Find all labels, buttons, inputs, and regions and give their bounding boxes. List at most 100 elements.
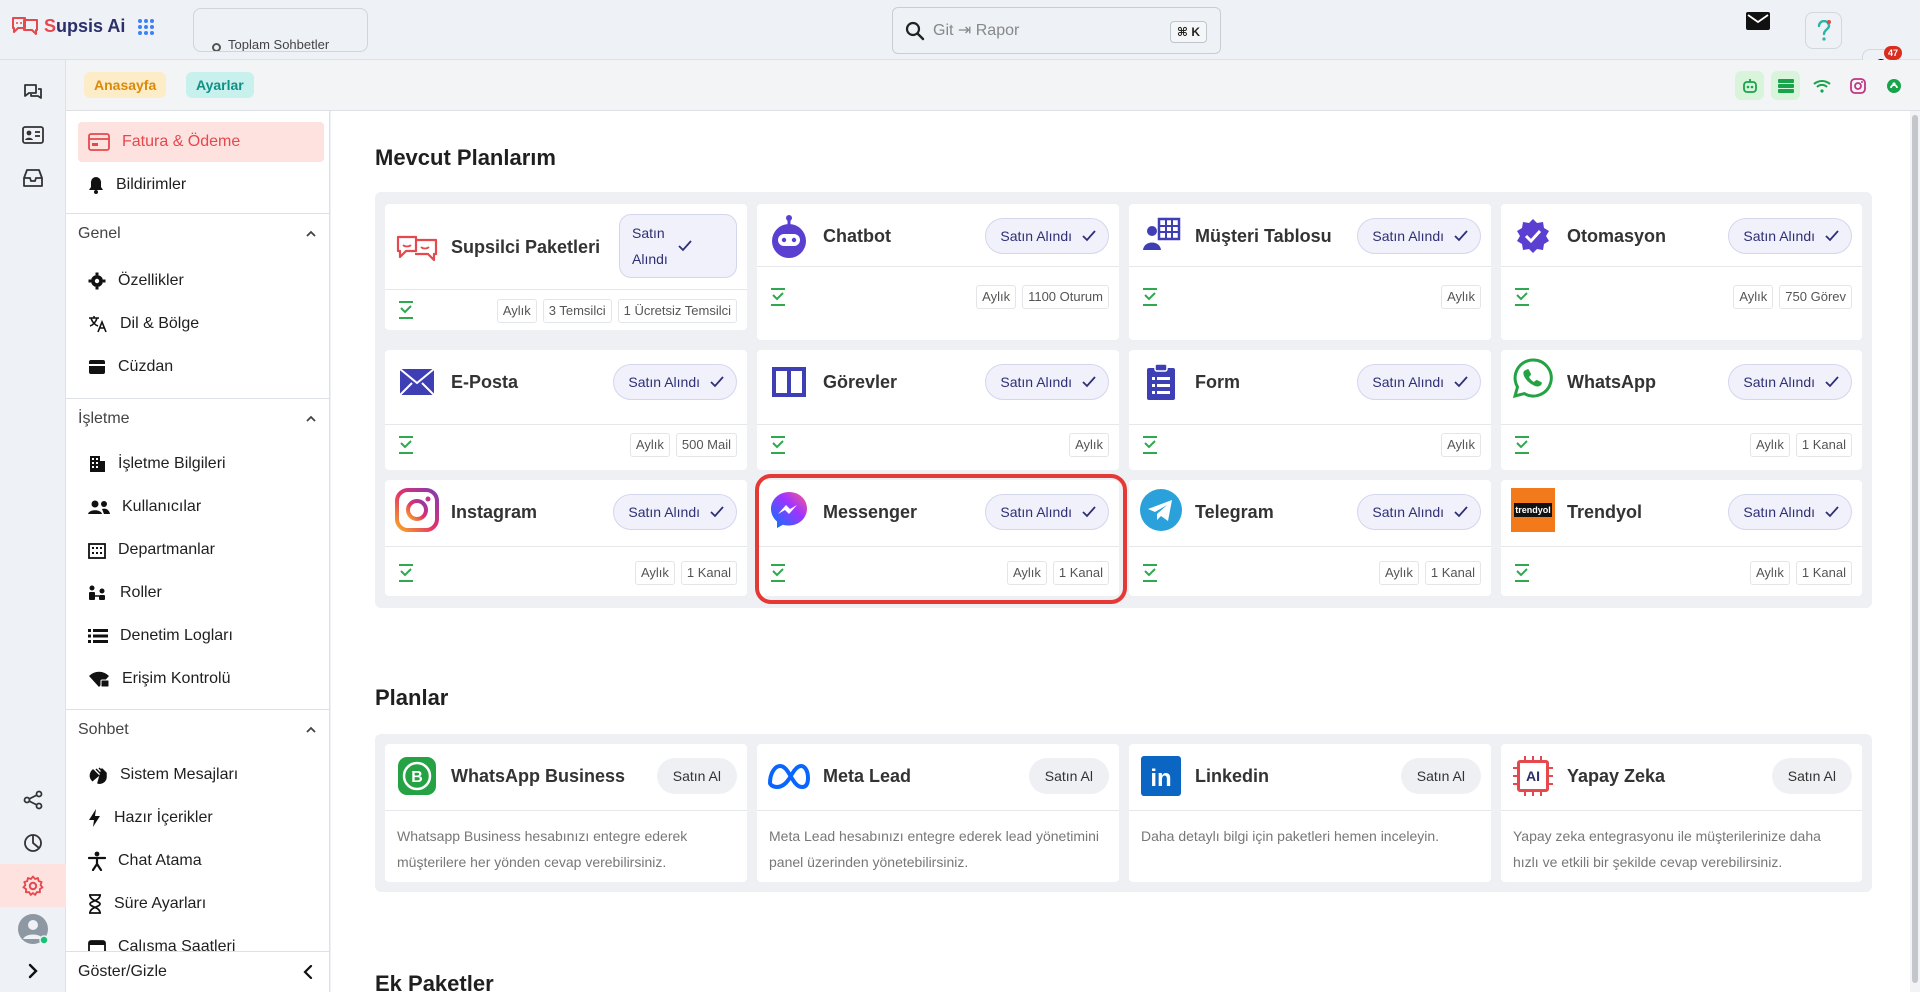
sidebar-item-users[interactable]: Kullanıcılar <box>78 487 324 527</box>
svg-text:B: B <box>411 769 423 786</box>
messenger-highlight <box>755 474 1127 604</box>
plan-description: Meta Lead hesabınızı entegre ederek lead… <box>769 828 1099 870</box>
search-input[interactable] <box>933 21 1153 40</box>
bought-status-button[interactable]: Satın Alındı <box>1357 218 1481 254</box>
buy-button[interactable]: Satın Al <box>1771 758 1852 794</box>
sidebar-item-working-hours[interactable]: Çalışma Saatleri <box>78 927 324 951</box>
plan-active-check-icon <box>1513 288 1531 306</box>
rail-profile[interactable] <box>0 907 66 950</box>
support-status-icon[interactable] <box>1879 71 1908 100</box>
bought-status-button[interactable]: Satın Alındı <box>1728 218 1852 254</box>
sidebar-item-features[interactable]: Özellikler <box>78 261 324 301</box>
plan-card-automation: Otomasyon Satın Alındı Aylık 750 Görev <box>1501 204 1862 340</box>
sidebar-item-label: Hazır İçerikler <box>114 809 213 826</box>
card-divider <box>1129 424 1491 425</box>
check-icon <box>1454 376 1468 388</box>
plan-active-check-icon <box>1141 288 1159 306</box>
rail-inbox[interactable] <box>0 156 66 199</box>
wifi-status-icon[interactable] <box>1807 71 1836 100</box>
sidebar-item-label: Çalışma Saatleri <box>118 938 236 951</box>
bought-status-button[interactable]: Satın Alındı <box>619 214 737 278</box>
sidebar-item-canned-responses[interactable]: Hazır İçerikler <box>78 798 324 838</box>
bought-label: Satın Alındı <box>628 504 700 520</box>
help-button[interactable] <box>1805 12 1842 49</box>
bought-label: Satın Alındı <box>1743 228 1815 244</box>
section-general-header[interactable]: Genel <box>66 213 329 253</box>
wallet-icon <box>88 359 106 375</box>
main-scrollbar[interactable] <box>1910 111 1920 992</box>
plan-name: Instagram <box>451 502 538 522</box>
sidebar-item-chat-assignment[interactable]: Chat Atama <box>78 841 324 881</box>
sidebar-item-label: Kullanıcılar <box>122 498 202 515</box>
bought-label: Satın Alındı <box>1372 228 1444 244</box>
plan-tag: Aylık <box>1733 285 1774 309</box>
lightning-icon <box>88 808 102 828</box>
plan-tags: Aylık 1 Kanal <box>1749 433 1852 457</box>
rail-chats[interactable] <box>0 70 66 113</box>
card-divider <box>757 810 1119 811</box>
sidebar-item-label: Özellikler <box>118 272 184 289</box>
telegram-icon <box>1139 488 1183 532</box>
sidebar-item-billing[interactable]: Fatura & Ödeme <box>78 122 324 162</box>
sidebar-item-language[interactable]: Dil & Bölge <box>78 304 324 344</box>
sidebar-item-audit-logs[interactable]: Denetim Logları <box>78 616 324 656</box>
plan-offer-linkedin: in Linkedin Satın Al Daha detaylı bilgi … <box>1129 744 1491 882</box>
bought-status-button[interactable]: Satın Alındı <box>1357 494 1481 530</box>
breadcrumb-current[interactable]: Ayarlar <box>186 72 254 98</box>
plan-tag: Aylık <box>1441 433 1481 457</box>
plan-tag: 1 Kanal <box>1424 561 1481 585</box>
sidebar-item-business-info[interactable]: İşletme Bilgileri <box>78 444 324 484</box>
app-name: Supsis Ai <box>44 15 126 36</box>
mail-button[interactable] <box>1746 12 1770 30</box>
breadcrumb-home[interactable]: Anasayfa <box>84 72 167 98</box>
bought-status-button[interactable]: Satın Alındı <box>985 218 1109 254</box>
bought-status-button[interactable]: Satın Alındı <box>613 364 737 400</box>
rail-settings[interactable] <box>0 864 66 907</box>
gear-icon <box>22 875 44 897</box>
plan-tag: Aylık <box>1441 285 1481 309</box>
plan-tag: 1 Kanal <box>1795 433 1852 457</box>
buy-button[interactable]: Satın Al <box>656 758 737 794</box>
plan-name: WhatsApp Business <box>451 766 626 786</box>
plan-tags: Aylık 1100 Oturum <box>976 285 1109 309</box>
contact-card-icon <box>22 125 44 144</box>
plan-offer-whatsapp-business: B WhatsApp Business Satın Al Whatsapp Bu… <box>385 744 747 882</box>
whatsapp-icon <box>1511 356 1555 400</box>
sidebar-toggle-button[interactable]: Göster/Gizle <box>66 951 330 992</box>
server-status-icon[interactable] <box>1771 71 1800 100</box>
sidebar-item-roles[interactable]: Roller <box>78 573 324 613</box>
sidebar-item-notifications[interactable]: Bildirimler <box>78 165 324 205</box>
sidebar-item-label: Süre Ayarları <box>114 895 207 912</box>
global-search[interactable]: ⌘ K <box>892 7 1221 54</box>
sidebar-item-time-settings[interactable]: Süre Ayarları <box>78 884 324 924</box>
buy-button[interactable]: Satın Al <box>1400 758 1481 794</box>
total-chats-widget[interactable]: Toplam Sohbetler <box>193 8 368 52</box>
customer-table-icon <box>1139 214 1183 258</box>
instagram-status-icon[interactable] <box>1843 71 1872 100</box>
sidebar-item-system-messages[interactable]: Sistem Mesajları <box>78 755 324 795</box>
check-icon <box>678 240 692 252</box>
check-icon <box>1825 230 1839 242</box>
bought-status-button[interactable]: Satın Alındı <box>1728 364 1852 400</box>
sidebar-item-access-control[interactable]: Erişim Kontrolü <box>78 659 324 699</box>
app-logo[interactable]: Supsis Ai <box>10 14 125 38</box>
card-divider <box>385 424 747 425</box>
buy-button[interactable]: Satın Al <box>1028 758 1109 794</box>
bought-status-button[interactable]: Satın Alındı <box>1728 494 1852 530</box>
bought-status-button[interactable]: Satın Alındı <box>985 364 1109 400</box>
rail-contacts[interactable] <box>0 113 66 156</box>
section-title: İşletme <box>78 409 130 427</box>
bot-status-icon[interactable] <box>1735 71 1764 100</box>
sidebar-item-wallet[interactable]: Cüzdan <box>78 347 324 387</box>
rail-integrations[interactable] <box>0 778 66 821</box>
rail-expand-button[interactable] <box>0 949 66 992</box>
rail-reports[interactable] <box>0 821 66 864</box>
section-business-header[interactable]: İşletme <box>66 398 329 438</box>
chevron-up-icon <box>306 726 316 733</box>
bought-status-button[interactable]: Satın Alındı <box>1357 364 1481 400</box>
sidebar-item-departments[interactable]: Departmanlar <box>78 530 324 570</box>
scrollbar-thumb[interactable] <box>1912 115 1918 983</box>
apps-grid-icon[interactable] <box>137 18 155 36</box>
section-chat-header[interactable]: Sohbet <box>66 709 329 749</box>
bought-status-button[interactable]: Satın Alındı <box>613 494 737 530</box>
